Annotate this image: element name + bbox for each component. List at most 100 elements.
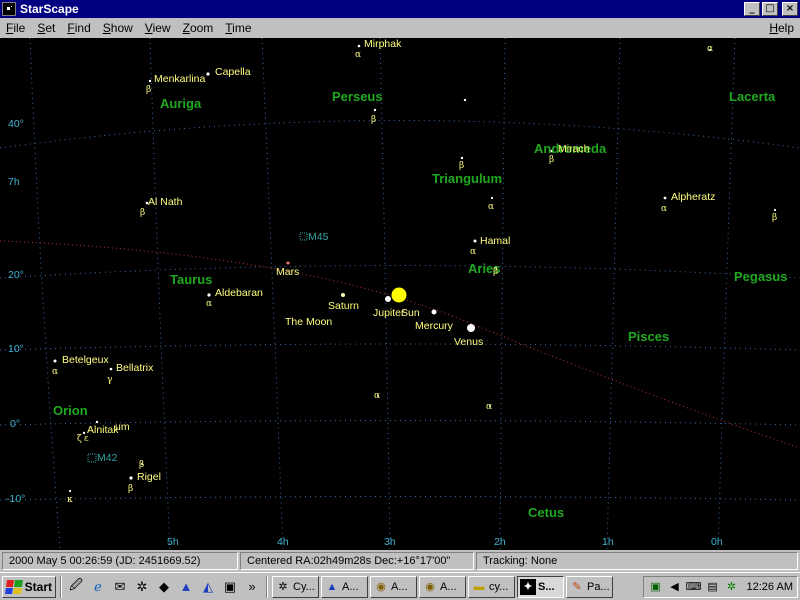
planet-jupiter	[385, 296, 391, 302]
start-label: Start	[24, 579, 52, 594]
star-aldebaran	[207, 293, 211, 297]
ie-quicklaunch-icon[interactable]: ℯ	[88, 577, 108, 597]
greek-alpha-cetus-1: α	[374, 391, 381, 401]
scheduler-tray-icon[interactable]: ✲	[724, 579, 740, 595]
greek-epsilon-orion: ε	[84, 434, 89, 444]
task-button-2[interactable]: ▲ A...	[321, 575, 368, 598]
greek-alpha-cetus-2: α	[486, 402, 493, 412]
label-m45: M45	[308, 231, 329, 243]
greek-beta-orion: β	[128, 484, 134, 494]
menu-help[interactable]: Help	[763, 21, 800, 35]
dec-label-20: 20°	[8, 269, 24, 281]
window-title: StarScape	[20, 2, 79, 16]
tool-quicklaunch-icon[interactable]: ◆	[154, 577, 174, 597]
starscape-app-icon[interactable]	[2, 2, 16, 16]
network-quicklaunch-icon[interactable]: ✲	[132, 577, 152, 597]
start-button[interactable]: Start	[2, 575, 56, 598]
star-alnilam	[95, 420, 99, 424]
outlook-quicklaunch-icon[interactable]: ✉	[110, 577, 130, 597]
label-venus: Venus	[454, 336, 484, 348]
ra-line-6h	[29, 38, 61, 550]
menu-set[interactable]: Set	[31, 21, 61, 35]
greek-gamma-orion: γ	[107, 375, 113, 385]
ra-label-2h: 2h	[494, 536, 506, 548]
task-button-starscape[interactable]: ✦ S...	[517, 575, 564, 598]
label-jupiter: Jupiter	[373, 307, 405, 319]
taskbar: Start 🖉 ℯ ✉ ✲ ◆ ▲ ◭ ▣ » ✲ Cy... ▲ A... ◉ A.…	[0, 572, 800, 600]
constellation-perseus: Perseus	[332, 89, 383, 104]
taskbar-separator-2	[266, 575, 268, 598]
label-alnath: Al Nath	[148, 196, 183, 208]
star-pegasus-beta	[773, 208, 777, 212]
label-mirach: Mirach	[558, 143, 590, 155]
dec-line-40	[0, 120, 800, 149]
sky-grid	[0, 38, 800, 550]
task-button-7[interactable]: ✎ Pa...	[566, 575, 613, 598]
star-perseus-beta	[373, 108, 377, 112]
clock[interactable]: 12:26 AM	[747, 581, 793, 593]
greek-alpha-aries: α	[470, 247, 477, 257]
m42-marker	[87, 453, 97, 463]
sky-chart[interactable]: Perseus Auriga Lacerta Andromeda Triangu…	[0, 38, 800, 550]
dec-label-40: 40°	[8, 118, 24, 130]
aol-quicklaunch-icon[interactable]: ▲	[176, 577, 196, 597]
greek-alpha-perseus: α	[355, 50, 362, 60]
m45-marker	[299, 232, 308, 241]
task-button-3[interactable]: ◉ A...	[370, 575, 417, 598]
task-label: A...	[342, 580, 359, 593]
dec-label-10: 10°	[8, 343, 24, 355]
task-button-4[interactable]: ◉ A...	[419, 575, 466, 598]
label-mercury: Mercury	[415, 320, 453, 332]
menu-file[interactable]: File	[0, 21, 31, 35]
task-button-5[interactable]: ▬ cy...	[468, 575, 515, 598]
ra-line-2h	[499, 38, 506, 550]
maximize-button[interactable]: □	[762, 2, 778, 16]
label-alnitak: Alnitak	[87, 424, 119, 436]
star-capella	[206, 72, 210, 76]
label-hamal: Hamal	[480, 235, 511, 247]
network-tray-icon[interactable]: ▤	[705, 579, 721, 595]
constellation-pisces: Pisces	[628, 329, 670, 344]
menu-find[interactable]: Find	[61, 21, 96, 35]
planet-mars	[286, 261, 290, 265]
minimize-button[interactable]: _	[744, 2, 760, 16]
greek-beta-eridanus: β	[139, 460, 145, 470]
menu-view[interactable]: View	[139, 21, 177, 35]
network-icon: ✲	[278, 581, 288, 593]
task-label: A...	[440, 580, 457, 593]
desktop-quicklaunch-icon[interactable]: 🖉	[66, 577, 86, 597]
menu-zoom[interactable]: Zoom	[177, 21, 220, 35]
ra-line-3h	[379, 38, 391, 550]
greek-zeta-orion: ζ	[77, 434, 82, 444]
menu-bar: File Set Find Show View Zoom Time Help	[0, 18, 800, 38]
monitor-quicklaunch-icon[interactable]: ▣	[220, 577, 240, 597]
display-tray-icon[interactable]: ▣	[648, 579, 664, 595]
greek-alpha-andromeda: α	[661, 204, 668, 214]
quicklaunch-more-button[interactable]: »	[242, 577, 262, 597]
task-label: A...	[391, 580, 408, 593]
star-rigel	[129, 476, 133, 480]
dec-line-minus10	[0, 496, 800, 501]
status-centered: Centered RA:02h49m28s Dec:+16°17'00"	[240, 552, 474, 570]
task-button-1[interactable]: ✲ Cy...	[272, 575, 319, 598]
greek-beta-taurus: β	[140, 208, 146, 218]
star-bellatrix	[109, 367, 113, 371]
star-betelgeux	[53, 359, 57, 363]
greek-beta-pegasus: β	[772, 213, 778, 223]
ra-label-5h: 5h	[167, 536, 179, 548]
label-bellatrix: Bellatrix	[116, 362, 154, 374]
menu-time[interactable]: Time	[219, 21, 257, 35]
menu-show[interactable]: Show	[97, 21, 139, 35]
volume-icon[interactable]: ◀	[667, 579, 683, 595]
windows-logo-icon	[5, 579, 23, 594]
close-button[interactable]: ×	[782, 2, 798, 16]
keyboard-tray-icon[interactable]: ⌨	[686, 579, 702, 595]
triangle-quicklaunch-icon[interactable]: ◭	[198, 577, 218, 597]
paint-icon: ✎	[572, 581, 582, 593]
planet-saturn	[341, 293, 345, 297]
constellation-lacerta: Lacerta	[729, 89, 776, 104]
constellation-pegasus: Pegasus	[734, 269, 788, 284]
greek-beta-auriga: β	[146, 85, 152, 95]
ra-label-1h: 1h	[602, 536, 614, 548]
planet-mercury	[431, 309, 437, 315]
